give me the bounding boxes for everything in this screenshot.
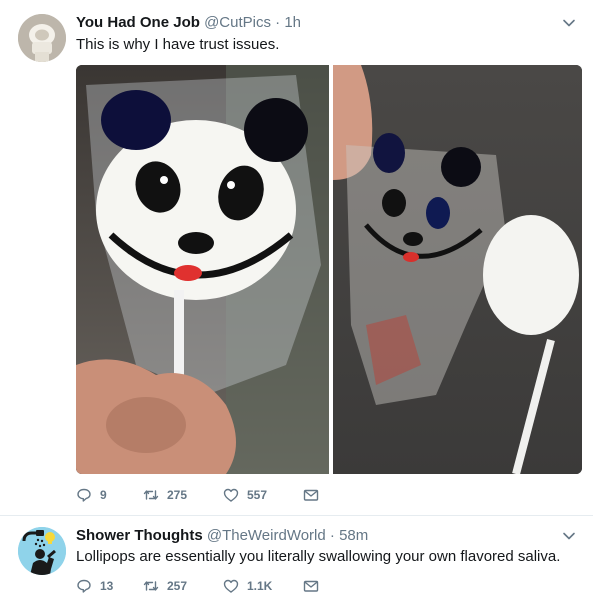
user-handle[interactable]: @TheWeirdWorld [207, 527, 326, 544]
retweet-count: 257 [167, 579, 188, 593]
separator: · [329, 527, 335, 544]
toilet-avatar-icon [18, 14, 66, 62]
retweet-button[interactable]: 257 [143, 578, 223, 594]
avatar[interactable] [18, 527, 66, 575]
timestamp[interactable]: 58m [339, 527, 368, 544]
tweet-text: Lollipops are essentially you literally … [76, 548, 561, 565]
like-icon [223, 488, 239, 502]
message-icon [303, 489, 319, 501]
direct-message-button[interactable] [303, 487, 327, 503]
direct-message-button[interactable] [303, 578, 327, 594]
retweet-icon [143, 581, 159, 591]
panda-lollipop-photo [76, 65, 582, 474]
tweet-header: You Had One Job @CutPics · 1h [76, 13, 301, 33]
tweet[interactable]: You Had One Job @CutPics · 1h This is wh… [0, 0, 593, 516]
timestamp[interactable]: 1h [284, 14, 301, 31]
retweet-count: 275 [167, 488, 188, 502]
like-icon [223, 579, 239, 593]
message-icon [303, 580, 319, 592]
tweet-actions: 9 275 557 [76, 485, 327, 505]
reply-icon [77, 488, 91, 502]
reply-count: 13 [100, 579, 114, 593]
retweet-icon [143, 490, 159, 500]
shower-avatar-icon [18, 527, 66, 575]
like-count: 557 [247, 488, 268, 502]
tweet-text: This is why I have trust issues. [76, 36, 280, 53]
like-button[interactable]: 1.1K [223, 578, 303, 594]
reply-count: 9 [100, 488, 107, 502]
like-count: 1.1K [247, 579, 273, 593]
display-name[interactable]: You Had One Job [76, 14, 200, 31]
reply-button[interactable]: 13 [76, 578, 143, 594]
display-name[interactable]: Shower Thoughts [76, 527, 203, 544]
reply-button[interactable]: 9 [76, 487, 143, 503]
avatar[interactable] [18, 14, 66, 62]
tweet[interactable]: Shower Thoughts @TheWeirdWorld · 58m Lol… [0, 516, 593, 605]
separator: · [275, 14, 281, 31]
chevron-down-icon[interactable] [561, 528, 577, 544]
retweet-button[interactable]: 275 [143, 487, 223, 503]
tweet-actions: 13 257 1.1K [76, 576, 327, 596]
tweet-media[interactable] [76, 65, 582, 474]
user-handle[interactable]: @CutPics [204, 14, 271, 31]
tweet-header: Shower Thoughts @TheWeirdWorld · 58m [76, 526, 368, 546]
like-button[interactable]: 557 [223, 487, 303, 503]
reply-icon [77, 579, 91, 593]
chevron-down-icon[interactable] [561, 15, 577, 31]
